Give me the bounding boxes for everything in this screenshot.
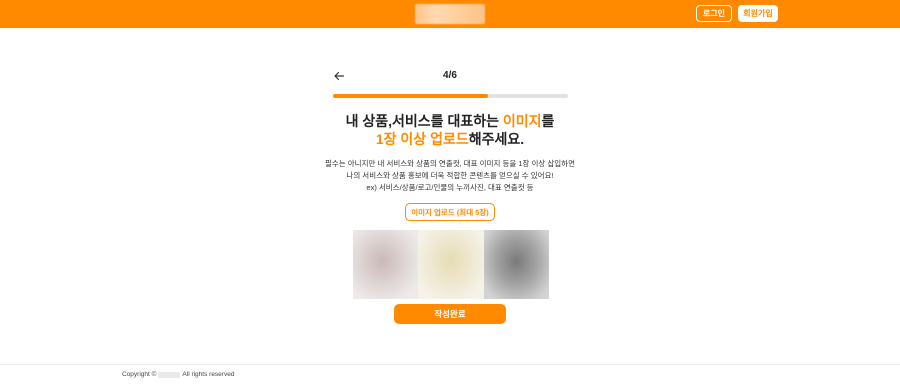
copyright-suffix: All rights reserved [182, 371, 235, 378]
footer-divider [0, 364, 900, 365]
uploaded-image-thumbnail[interactable] [353, 230, 419, 299]
back-arrow-icon[interactable] [333, 70, 345, 82]
uploaded-image-gallery [353, 230, 549, 299]
top-navigation-bar: 로그인 회원가입 [0, 0, 900, 28]
headline-line-2: 1장 이상 업로드해주세요. [300, 130, 600, 148]
step-indicator: 4/6 [443, 70, 457, 81]
headline-text: 를 [541, 113, 555, 129]
headline-text: 내 상품,서비스를 대표하는 [345, 113, 503, 129]
brand-logo[interactable] [415, 4, 485, 24]
headline-accent-text: 1장 이상 업로드 [375, 131, 469, 147]
company-name-blurred [158, 371, 181, 378]
image-upload-button[interactable]: 이미지 업로드 (최대 5장) [405, 203, 495, 221]
footer-copyright: Copyright © All rights reserved [122, 371, 234, 378]
description-line: 나의 서비스와 상품 홍보에 더욱 적합한 콘텐츠를 얻으실 수 있어요! [346, 171, 554, 180]
login-button[interactable]: 로그인 [696, 5, 732, 22]
headline-line-1: 내 상품,서비스를 대표하는 이미지를 [300, 112, 600, 130]
uploaded-image-thumbnail[interactable] [418, 230, 484, 299]
headline-text: 해주세요. [468, 131, 525, 147]
page-headline: 내 상품,서비스를 대표하는 이미지를 1장 이상 업로드해주세요. [300, 112, 600, 148]
progress-bar-fill [333, 94, 489, 98]
progress-bar [333, 94, 568, 98]
description-line: 필수는 아니지만 내 서비스와 상품의 연출컷, 대표 이미지 등을 1장 이상… [325, 159, 575, 168]
headline-accent-text: 이미지 [502, 113, 542, 129]
copyright-prefix: Copyright © [122, 371, 157, 378]
description-line: ex) 서비스/상품/로고/인물의 누끼사진, 대표 연출컷 등 [366, 183, 534, 192]
signup-button[interactable]: 회원가입 [738, 5, 778, 22]
complete-button[interactable]: 작성완료 [394, 304, 506, 324]
description: 필수는 아니지만 내 서비스와 상품의 연출컷, 대표 이미지 등을 1장 이상… [300, 158, 600, 194]
uploaded-image-thumbnail[interactable] [483, 230, 549, 299]
